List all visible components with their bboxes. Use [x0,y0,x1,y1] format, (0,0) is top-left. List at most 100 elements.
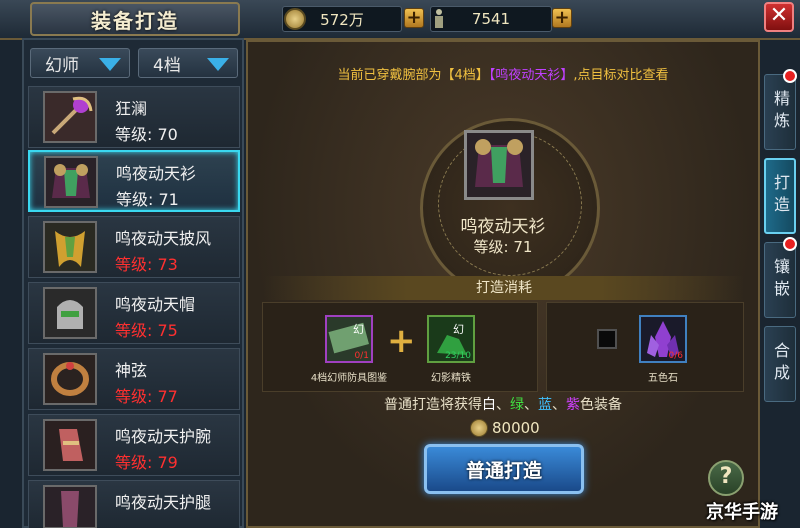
notification-dot [783,237,797,251]
class-filter[interactable]: 幻师 [30,48,130,78]
coin-icon [470,419,488,437]
item-level: 等级: 79 [115,453,178,472]
material-count: 0/6 [668,351,683,361]
tab-label: 合成 [771,342,790,386]
item-level: 等级: 73 [115,255,178,274]
equipped-hint: 当前已穿戴腕部为【4档】【鸣夜动天衫】,点目标对比查看 [248,64,758,83]
help-icon: ? [719,464,733,489]
coin-icon [284,8,306,30]
cape-icon [43,221,97,273]
material-count: 0/1 [354,351,369,361]
close-button[interactable]: ✕ [764,2,794,32]
forge-result-hint: 普通打造将获得白、绿、蓝、紫色装备 [248,394,758,414]
gain-purple: 紫 [566,397,580,413]
item-name: 鸣夜动天衫 [116,164,197,183]
materials-box: 幻 0/1 4档幻师防具图鉴 + 幻 23/10 幻影精铁 [262,302,538,392]
material-label: 幻影精铁 [431,373,471,384]
optional-material-box: 0/6 五色石 [546,302,744,392]
plus-icon: + [387,321,416,361]
bracer-icon [43,419,97,471]
ring-icon [43,353,97,405]
price-value: 80000 [492,419,540,437]
gain-suffix: 色装备 [580,397,622,413]
material-slot[interactable]: 0/6 [639,315,687,363]
checkbox[interactable] [597,329,617,349]
material-slot[interactable]: 幻 23/10 [427,315,475,363]
gain-sep: 、 [496,397,510,413]
item-level: 等级: 71 [116,190,179,209]
list-item[interactable]: 狂澜 等级: 70 [28,86,240,148]
cost-title: 打造消耗 [476,280,532,296]
forge-button-label: 普通打造 [465,459,542,482]
add-gold-button[interactable]: + [404,8,424,28]
tier-filter-label: 4档 [153,55,181,76]
tab-label: 镶嵌 [771,258,790,302]
close-icon: ✕ [769,3,789,28]
page-title: 装备打造 [91,8,179,33]
watermark: 京华手游 [706,502,778,523]
target-item-slot[interactable] [464,130,534,200]
gain-blue: 蓝 [538,397,552,413]
target-item-name: 鸣夜动天衫 [460,217,546,237]
class-filter-label: 幻师 [45,55,79,76]
material-slot[interactable]: 幻 0/1 [325,315,373,363]
list-item-selected[interactable]: 鸣夜动天衫 等级: 71 [28,150,240,212]
figure-icon [432,8,446,30]
gain-green: 绿 [510,397,524,413]
gain-sep: 、 [552,397,566,413]
notification-dot [783,69,797,83]
material-label: 五色石 [648,373,678,384]
material-label: 4档幻师防具图鉴 [310,373,388,384]
item-level: 等级: 75 [115,321,178,340]
hint-suffix: ,点目标对比查看 [573,68,669,83]
robe-icon [467,133,531,197]
tab-inlay[interactable]: 镶嵌 [764,237,797,318]
item-name: 狂澜 [115,99,148,118]
item-level: 等级: 70 [115,125,178,144]
add-ingot-button[interactable]: + [552,8,572,28]
item-name: 鸣夜动天护腿 [115,493,212,512]
hint-equipped[interactable]: 【鸣夜动天衫】 [489,68,574,83]
cost-header: 打造消耗 [264,276,744,300]
staff-icon [43,91,97,143]
tier-filter[interactable]: 4档 [138,48,238,78]
item-level: 等级: 77 [115,387,178,406]
equipment-list-panel: 幻师 4档 狂澜 等级: 70 鸣夜动天衫 等级: 71 鸣夜动天披风 等级: … [22,38,244,528]
svg-text:幻: 幻 [353,323,364,336]
ingot-value: 7541 [471,10,511,28]
forge-panel: 当前已穿戴腕部为【4档】【鸣夜动天衫】,点目标对比查看 鸣夜动天衫 等级: 71… [246,40,760,528]
forge-button[interactable]: 普通打造 [424,444,584,494]
material-count: 23/10 [445,351,471,361]
item-name: 鸣夜动天护腕 [115,427,212,446]
gain-prefix: 普通打造将获得 [384,397,482,413]
side-tabs: 精炼 打造 镶嵌 合成 [760,69,800,412]
helmet-icon [43,287,97,339]
tab-refine[interactable]: 精炼 [764,69,797,150]
item-name: 鸣夜动天帽 [115,295,196,314]
tab-label: 打造 [771,174,790,218]
ingot-display: 7541 [430,6,552,32]
title-plate: 装备打造 [30,2,240,36]
item-name: 鸣夜动天披风 [115,229,212,248]
leg-guard-icon [43,485,97,528]
chevron-down-icon [207,58,229,71]
chevron-down-icon [99,58,121,71]
svg-text:幻: 幻 [453,323,464,336]
help-button[interactable]: ? [708,460,744,496]
top-bar: 装备打造 572万 + 7541 + ✕ [0,0,800,40]
tab-forge[interactable]: 打造 [764,158,796,234]
forge-price: 80000 [470,418,540,438]
list-item[interactable]: 鸣夜动天披风 等级: 73 [28,216,240,278]
tab-label: 精炼 [771,90,790,134]
list-item[interactable]: 鸣夜动天护腿 [28,480,240,528]
item-name: 神弦 [115,361,148,380]
gain-sep: 、 [524,397,538,413]
list-item[interactable]: 鸣夜动天护腕 等级: 79 [28,414,240,476]
tab-compose[interactable]: 合成 [764,326,796,402]
gain-white: 白 [482,397,496,413]
target-item-level: 等级: 71 [473,238,533,256]
robe-icon [44,156,98,208]
list-item[interactable]: 神弦 等级: 77 [28,348,240,410]
list-item[interactable]: 鸣夜动天帽 等级: 75 [28,282,240,344]
hint-prefix: 当前已穿戴腕部为【4档】 [337,68,489,83]
